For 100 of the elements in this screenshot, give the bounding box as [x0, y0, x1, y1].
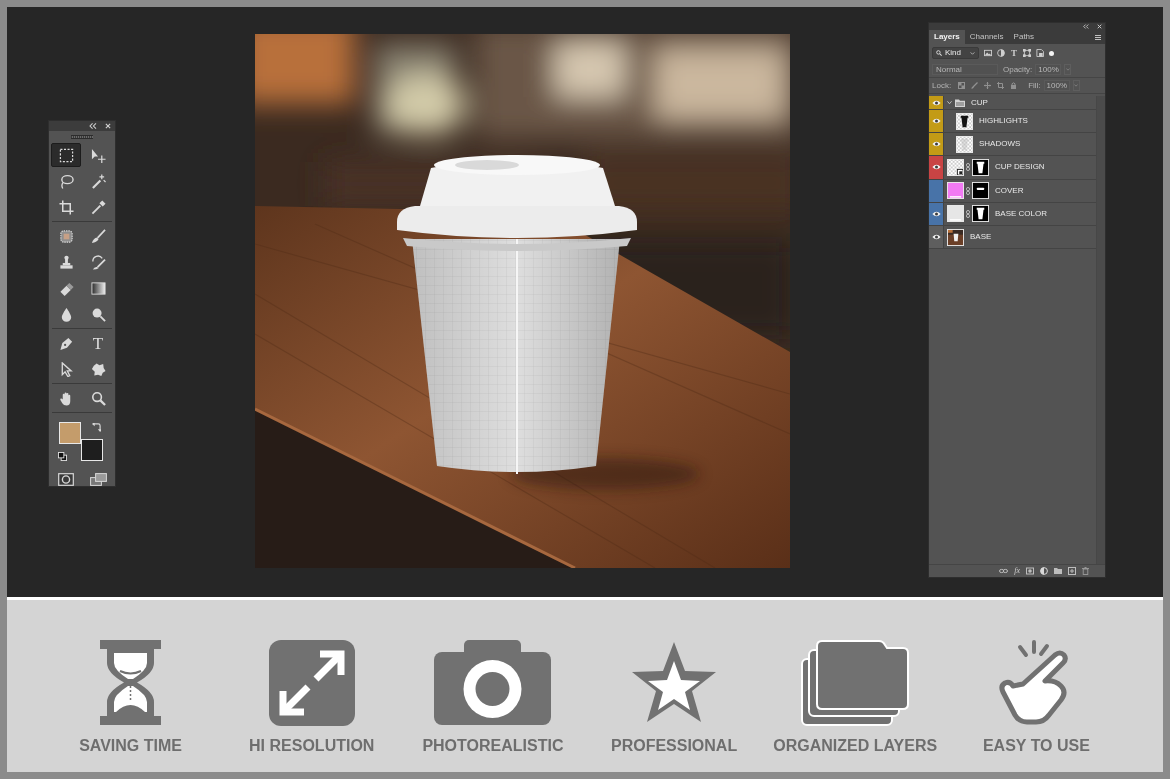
type-filter[interactable]: T	[1010, 48, 1018, 58]
history-brush-icon	[90, 254, 106, 270]
arrow-cross-icon	[90, 147, 106, 163]
layer-name: BASE	[970, 233, 992, 242]
visibility-toggle[interactable]	[929, 156, 944, 179]
link-icon[interactable]	[966, 163, 970, 172]
layer-row[interactable]: SHADOWS	[929, 133, 1096, 157]
wand-icon	[90, 173, 106, 189]
layer-name: COVER	[995, 186, 1024, 195]
default-colors-icon[interactable]	[58, 452, 67, 461]
visibility-toggle[interactable]	[929, 133, 944, 156]
fill-label: Fill:	[1028, 81, 1041, 90]
add-mask-icon[interactable]	[1026, 567, 1034, 575]
panel-tab[interactable]: Layers	[929, 30, 965, 44]
image-icon[interactable]	[984, 49, 992, 57]
visibility-toggle[interactable]	[929, 110, 944, 133]
background-color-swatch[interactable]	[81, 439, 103, 461]
layer-row[interactable]: CUP DESIGN	[929, 156, 1096, 180]
layer-name: SHADOWS	[979, 140, 1021, 149]
collapse-icon[interactable]	[89, 123, 97, 129]
eye-icon	[931, 164, 941, 171]
dashed-rectangle-icon	[58, 147, 74, 163]
eye-icon	[931, 234, 941, 241]
pen-icon	[58, 335, 74, 351]
marquee-tool[interactable]	[51, 143, 81, 167]
quick-mask-icon[interactable]	[58, 473, 74, 486]
feature-label: PHOTOREALISTIC	[422, 737, 564, 755]
eye-icon	[931, 210, 941, 217]
patch-icon	[58, 228, 74, 244]
lollipop-icon	[90, 306, 106, 322]
brush-icon[interactable]	[971, 82, 979, 89]
eraser-icon	[58, 280, 74, 296]
crop-icon	[58, 199, 74, 215]
type-tool[interactable]: T	[83, 331, 113, 355]
layer-name: CUP DESIGN	[995, 163, 1045, 172]
layer-row[interactable]: CUP	[929, 96, 1096, 110]
chevron-down-icon	[970, 51, 975, 55]
move-arrows-icon[interactable]	[984, 82, 992, 89]
lock-label: Lock:	[932, 81, 952, 90]
layers-scrollbar[interactable]	[1096, 96, 1105, 564]
lasso-icon	[58, 173, 74, 189]
visibility-toggle[interactable]	[929, 225, 944, 249]
layer-row[interactable]: BASE	[929, 225, 1096, 250]
close-icon[interactable]	[1097, 24, 1102, 29]
half-circle-icon[interactable]	[997, 49, 1005, 57]
page-icon[interactable]	[1036, 49, 1044, 57]
toggle-dot-icon[interactable]	[1049, 50, 1054, 56]
opacity-slider-button[interactable]	[1064, 64, 1072, 75]
brush-icon	[90, 228, 106, 244]
panel-menu-icon[interactable]	[1095, 34, 1101, 40]
opacity-label: Opacity:	[1003, 65, 1033, 74]
filter-dropdown[interactable]: Kind	[932, 47, 979, 59]
expand-arrows-icon	[268, 639, 355, 726]
link-layers-icon[interactable]	[999, 567, 1009, 575]
half-circle-icon[interactable]	[1040, 567, 1048, 575]
layer-name: BASE COLOR	[995, 209, 1047, 218]
layer-name: HIGHLIGHTS	[979, 117, 1028, 126]
eye-icon	[931, 118, 941, 125]
gradient-icon	[90, 280, 106, 296]
layer-row[interactable]: BASE COLOR	[929, 202, 1096, 226]
folder-icon	[955, 98, 965, 107]
transform-icon[interactable]	[1023, 49, 1031, 57]
camera-icon	[434, 640, 552, 725]
grip-icon[interactable]	[71, 135, 93, 139]
layer-row[interactable]: COVER	[929, 179, 1096, 203]
foreground-color-swatch[interactable]	[59, 422, 81, 444]
trash-icon[interactable]	[1082, 567, 1089, 575]
fill-slider-button[interactable]	[1072, 80, 1080, 91]
hourglass-icon	[100, 640, 162, 725]
new-folder-icon[interactable]	[1054, 567, 1062, 575]
link-icon[interactable]	[966, 186, 970, 195]
visibility-toggle[interactable]	[929, 202, 944, 225]
stamp-icon	[58, 254, 74, 270]
crop-corners-icon[interactable]	[997, 82, 1005, 89]
collapse-icon[interactable]	[1083, 24, 1089, 29]
padlock-icon[interactable]	[1010, 82, 1018, 89]
swap-arrows-icon[interactable]	[92, 423, 101, 432]
feature-label: EASY TO USE	[982, 737, 1090, 755]
new-layer-icon[interactable]	[1068, 567, 1076, 575]
eye-icon	[931, 99, 941, 106]
feature-label: SAVING TIME	[79, 737, 182, 755]
caret-icon[interactable]	[947, 100, 952, 105]
checkerboard-icon[interactable]	[958, 82, 966, 89]
eye-icon	[931, 141, 941, 148]
panel-tab[interactable]: Paths	[1008, 30, 1040, 44]
splat-icon	[90, 361, 106, 377]
stacked-folders-icon	[801, 639, 910, 726]
feature-label: PROFESSIONAL	[610, 737, 738, 755]
layer-row[interactable]: HIGHLIGHTS	[929, 110, 1096, 134]
search-icon	[936, 50, 942, 56]
visibility-toggle[interactable]	[929, 96, 944, 109]
zoom-icon	[90, 390, 106, 406]
panel-tab[interactable]: Channels	[964, 30, 1009, 44]
feature-label: HI RESOLUTION	[249, 737, 375, 755]
feature-label: ORGANIZED LAYERS	[773, 737, 938, 755]
screen-mode-icon[interactable]	[89, 473, 107, 486]
effects-button[interactable]: fx	[1014, 567, 1020, 575]
link-icon[interactable]	[966, 209, 970, 218]
close-icon[interactable]	[105, 123, 111, 129]
visibility-toggle[interactable]	[929, 179, 944, 202]
